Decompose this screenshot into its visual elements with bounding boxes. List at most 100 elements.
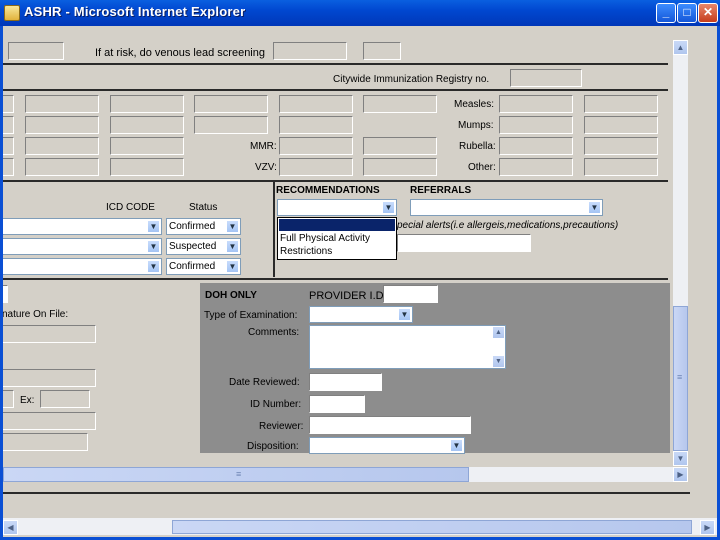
lead-screening-field[interactable] xyxy=(273,42,347,60)
imm-field[interactable] xyxy=(110,95,184,113)
ext-field[interactable] xyxy=(40,390,90,408)
imm-field[interactable] xyxy=(110,116,184,134)
signature-field[interactable] xyxy=(0,325,96,343)
special-alerts-label: pecial alerts(i.e allergeis,medications,… xyxy=(397,220,619,231)
dropdown-option-restrictions[interactable]: Restrictions xyxy=(280,246,332,257)
mmr-field[interactable] xyxy=(279,137,353,155)
phone-field[interactable] xyxy=(0,369,96,387)
disposition-select[interactable]: ▼ xyxy=(309,437,465,454)
chevron-down-icon: ▼ xyxy=(382,201,395,214)
dropdown-option-full-physical-activity[interactable]: Full Physical Activity xyxy=(280,233,370,244)
divider xyxy=(0,89,668,91)
special-alerts-field[interactable] xyxy=(397,234,531,252)
chevron-down-icon: ▼ xyxy=(226,260,239,273)
ie-icon xyxy=(4,5,20,21)
chevron-down-icon: ▼ xyxy=(588,201,601,214)
scroll-right-button-2[interactable]: ▶ xyxy=(700,520,715,535)
chevron-down-icon: ▼ xyxy=(450,439,463,452)
status-value: Suspected xyxy=(169,241,217,252)
rubella-field-2[interactable] xyxy=(584,137,658,155)
divider xyxy=(0,180,668,182)
vzv-field-2[interactable] xyxy=(363,158,437,176)
chevron-down-icon: ▼ xyxy=(398,308,411,321)
icd-code-select[interactable]: ▼ xyxy=(0,218,162,235)
referrals-header: REFERRALS xyxy=(410,185,472,196)
imm-field[interactable] xyxy=(25,95,99,113)
comments-textarea[interactable]: ▲ ▼ xyxy=(309,325,506,369)
icd-code-select[interactable]: ▼ xyxy=(0,258,162,275)
window-title: ASHR - Microsoft Internet Explorer xyxy=(24,4,246,19)
divider xyxy=(0,492,690,494)
chevron-down-icon: ▼ xyxy=(147,240,160,253)
bottom-scroll-thumb[interactable] xyxy=(172,520,692,534)
imm-field[interactable] xyxy=(110,158,184,176)
exam-type-select[interactable]: ▼ xyxy=(309,306,413,323)
chevron-down-icon: ▼ xyxy=(226,220,239,233)
imm-field[interactable] xyxy=(279,116,353,134)
doh-only-title: DOH ONLY xyxy=(205,290,257,301)
maximize-button[interactable]: □ xyxy=(677,3,697,23)
provider-id-field[interactable] xyxy=(383,285,438,303)
risk-label: If at risk, do venous lead screening xyxy=(95,47,265,59)
imm-field[interactable] xyxy=(279,95,353,113)
rubella-field[interactable] xyxy=(499,137,573,155)
scroll-up-button[interactable]: ▲ xyxy=(673,40,688,55)
id-number-label: ID Number: xyxy=(250,399,302,410)
other-label: Other: xyxy=(468,162,496,173)
date-reviewed-field[interactable] xyxy=(309,373,382,391)
referrals-select[interactable]: ▼ xyxy=(410,199,603,216)
reviewer-label: Reviewer: xyxy=(259,421,304,432)
registry-field[interactable] xyxy=(510,69,582,87)
scroll-right-button[interactable]: ▶ xyxy=(673,467,688,482)
imm-field[interactable] xyxy=(194,95,268,113)
scroll-down-button[interactable]: ▼ xyxy=(673,451,688,466)
measles-field-2[interactable] xyxy=(584,95,658,113)
reviewer-field[interactable] xyxy=(309,416,471,434)
vzv-field[interactable] xyxy=(279,158,353,176)
minimize-button[interactable]: _ xyxy=(656,3,676,23)
recommendations-header: RECOMMENDATIONS xyxy=(276,185,380,196)
dropdown-option-blank[interactable] xyxy=(279,219,395,231)
scroll-up-icon[interactable]: ▲ xyxy=(492,326,505,339)
status-select[interactable]: Suspected ▼ xyxy=(166,238,241,255)
measles-field[interactable] xyxy=(499,95,573,113)
recommendations-select[interactable]: ▼ xyxy=(277,199,397,216)
divider xyxy=(0,278,668,280)
divider xyxy=(0,63,668,65)
date-reviewed-label: Date Reviewed: xyxy=(229,377,300,388)
icd-code-header: ICD CODE xyxy=(106,202,155,213)
left-bottom-field-2[interactable] xyxy=(0,433,88,451)
left-bottom-field[interactable] xyxy=(0,412,96,430)
vzv-label: VZV: xyxy=(255,162,277,173)
status-header: Status xyxy=(189,202,218,213)
mumps-field-2[interactable] xyxy=(584,116,658,134)
id-number-field[interactable] xyxy=(309,395,365,413)
status-select[interactable]: Confirmed ▼ xyxy=(166,218,241,235)
imm-field[interactable] xyxy=(25,116,99,134)
imm-field[interactable] xyxy=(110,137,184,155)
other-field[interactable] xyxy=(499,158,573,176)
scroll-left-button[interactable]: ◀ xyxy=(3,520,18,535)
grip-icon: ≡ xyxy=(236,469,242,479)
other-field-2[interactable] xyxy=(584,158,658,176)
lead-screening-field-2[interactable] xyxy=(363,42,401,60)
imm-field[interactable] xyxy=(25,158,99,176)
imm-field[interactable] xyxy=(25,137,99,155)
icd-code-select[interactable]: ▼ xyxy=(0,238,162,255)
rubella-label: Rubella: xyxy=(459,141,496,152)
top-field-1[interactable] xyxy=(8,42,64,60)
mumps-label: Mumps: xyxy=(458,120,494,131)
chevron-down-icon: ▼ xyxy=(147,260,160,273)
comments-label: Comments: xyxy=(248,327,300,338)
mumps-field[interactable] xyxy=(499,116,573,134)
mmr-field-2[interactable] xyxy=(363,137,437,155)
scroll-down-icon[interactable]: ▼ xyxy=(492,355,505,368)
imm-field[interactable] xyxy=(363,95,437,113)
close-button[interactable]: ✕ xyxy=(698,3,718,23)
window-frame-left xyxy=(0,26,3,540)
imm-field[interactable] xyxy=(194,116,268,134)
status-select[interactable]: Confirmed ▼ xyxy=(166,258,241,275)
registry-label: Citywide Immunization Registry no. xyxy=(333,74,490,85)
chevron-down-icon: ▼ xyxy=(226,240,239,253)
exam-type-label: Type of Examination: xyxy=(204,310,298,321)
